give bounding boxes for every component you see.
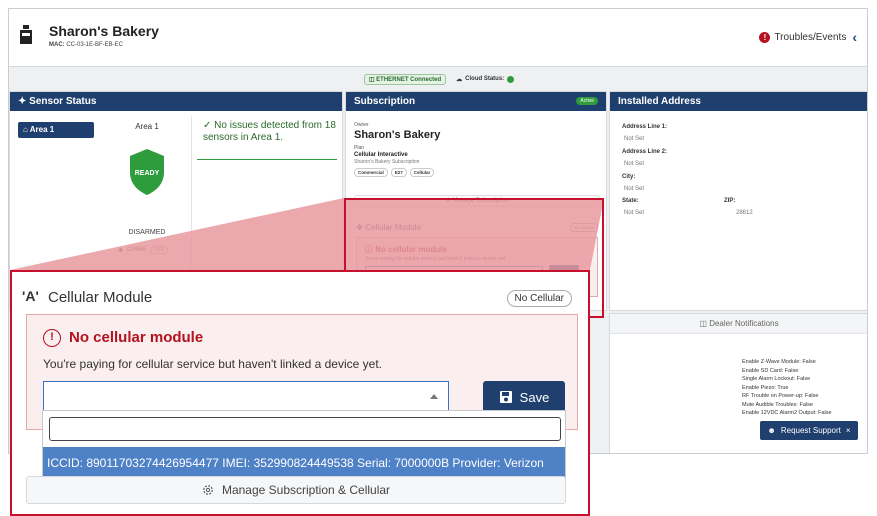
zip-value: 28612 — [736, 210, 753, 216]
gear-icon — [203, 485, 213, 495]
dealer-item: Enable SD Card: False — [742, 367, 799, 374]
ready-shield-icon: READY — [130, 149, 164, 195]
owner-value: Sharon's Bakery — [354, 129, 441, 141]
dealer-item: Enable 12VDC Alarm2 Output: False — [742, 410, 832, 416]
no-issues-message: ✓ No issues detected from 18 sensors in … — [197, 120, 337, 160]
area-title: Area 1 — [135, 122, 159, 131]
subscription-header: Subscription — [346, 92, 606, 111]
chime-state: OFF — [150, 246, 169, 254]
dealer-item: Mute Audible Troubles: False — [742, 401, 813, 408]
plan-value: Cellular Interactive — [354, 152, 408, 158]
dropdown-search-input[interactable] — [49, 417, 561, 441]
address-line1-label: Address Line 1: — [622, 124, 668, 130]
cellular-error-title: No cellular module — [69, 329, 204, 346]
installed-address-header: Installed Address — [610, 92, 867, 111]
address-line1-value: Not Set — [624, 136, 645, 142]
no-cellular-badge: No Cellular — [506, 290, 572, 307]
site-title: Sharon's Bakery — [49, 23, 159, 39]
state-value: Not Set — [624, 210, 645, 216]
shield-label: READY — [135, 170, 160, 177]
chime-toggle[interactable]: ✱ CHIME OFF — [118, 246, 169, 254]
tag-cellular: Cellular — [409, 168, 435, 177]
address-line2-label: Address Line 2: — [622, 149, 668, 155]
plan-label: Plan — [354, 145, 365, 151]
save-button[interactable]: Save — [483, 381, 565, 413]
plan-tags: Commercial E27 Cellular — [354, 168, 435, 177]
bakery-bag-icon — [20, 25, 32, 44]
mac-address: MAC: CC-03-1E-BF-EB-EC — [49, 42, 124, 48]
device-select[interactable] — [43, 381, 449, 413]
cloud-status: ☁ Cloud Status: — [456, 75, 515, 83]
dropdown-option-device[interactable]: ICCID: 89011703274426954477 IMEI: 352990… — [43, 447, 565, 479]
screenshot-stage: Sharon's Bakery MAC: CC-03-1E-BF-EB-EC !… — [0, 0, 877, 516]
chime-icon: ✱ — [118, 247, 124, 254]
troubles-events-link[interactable]: ! Troubles/Events ‹ — [759, 29, 857, 45]
active-badge: Active — [576, 97, 598, 105]
plan-subtitle: Sharon's Bakery Subscription — [354, 159, 420, 165]
zip-label: ZIP: — [724, 198, 736, 204]
installed-address-panel: Installed Address Address Line 1: Not Se… — [609, 91, 867, 311]
chime-label: CHIME — [127, 247, 147, 253]
ethernet-status-badge: ◫ ETHERNET Connected — [363, 73, 447, 85]
close-icon[interactable]: × — [846, 426, 851, 435]
city-value: Not Set — [624, 186, 645, 192]
area-1-pill[interactable]: ⌂ Area 1 — [18, 122, 94, 138]
cellular-error-message: You're paying for cellular service but h… — [43, 357, 382, 371]
dealer-notifications-header: ◫ Dealer Notifications — [610, 314, 867, 334]
manage-subscription-cellular-button[interactable]: Manage Subscription & Cellular — [26, 476, 566, 504]
floppy-icon — [499, 391, 512, 403]
device-dropdown: ICCID: 89011703274426954477 IMEI: 352990… — [42, 410, 566, 480]
city-label: City: — [622, 174, 636, 180]
arm-state: DISARMED — [128, 229, 166, 236]
caret-up-icon[interactable] — [430, 394, 438, 399]
cloud-ok-icon — [507, 75, 515, 83]
troubles-label: Troubles/Events — [774, 31, 847, 43]
dealer-item: Enable Piezo: True — [742, 384, 789, 391]
tag-commercial: Commercial — [354, 168, 388, 177]
top-bar: Sharon's Bakery MAC: CC-03-1E-BF-EB-EC !… — [9, 9, 867, 67]
request-support-button[interactable]: ☻ Request Support × — [760, 421, 858, 440]
dealer-item: RF Trouble on Power-up: False — [742, 393, 819, 399]
cellular-module-title: Cellular Module — [48, 289, 153, 306]
dealer-settings-list: Enable Z-Wave Module: False Enable SD Ca… — [742, 358, 832, 418]
antenna-icon: 'A' — [22, 288, 39, 304]
sensor-status-header: ✦ Sensor Status — [10, 92, 342, 111]
dealer-item: Single Alarm Lockout: False — [742, 376, 811, 382]
state-label: State: — [622, 198, 639, 204]
cellular-module-zoom: 'A' Cellular Module No Cellular ! No cel… — [10, 270, 590, 516]
chevron-left-icon[interactable]: ‹ — [852, 29, 857, 45]
tag-e27: E27 — [390, 168, 407, 177]
dealer-item: Enable Z-Wave Module: False — [742, 359, 816, 365]
alert-icon: ! — [759, 31, 771, 43]
support-person-icon: ☻ — [767, 426, 776, 435]
owner-label: Owner — [354, 122, 369, 128]
connection-status-bar: ◫ ETHERNET Connected ☁ Cloud Status: — [9, 71, 867, 87]
info-circle-icon: ! — [43, 329, 61, 347]
address-line2-value: Not Set — [624, 161, 645, 167]
